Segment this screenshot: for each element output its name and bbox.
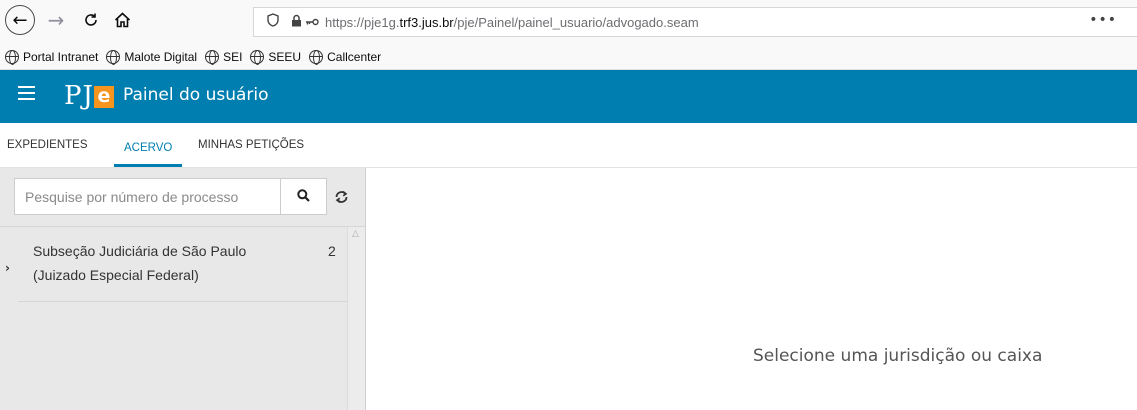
- globe-icon: [106, 49, 121, 65]
- jurisdiction-label: Subseção Judiciária de São Paulo (Juizad…: [33, 239, 273, 287]
- bookmarks-bar: Portal Intranet Malote Digital SEI SEEU …: [0, 44, 1137, 70]
- bookmark-label: Portal Intranet: [23, 49, 99, 64]
- globe-icon: [309, 49, 324, 65]
- menu-icon[interactable]: [18, 86, 35, 100]
- sidebar: › Subseção Judiciária de São Paulo (Juiz…: [0, 168, 366, 410]
- tab-acervo[interactable]: ACERVO: [124, 142, 172, 154]
- bookmark-portal-intranet[interactable]: Portal Intranet: [5, 49, 99, 65]
- globe-icon: [5, 49, 19, 65]
- tab-minhas-peticoes[interactable]: MINHAS PETIÇÕES: [198, 139, 304, 151]
- jurisdiction-label-line2: (Juizado Especial Federal): [33, 267, 199, 283]
- lock-icon[interactable]: [291, 14, 302, 30]
- bookmark-malote-digital[interactable]: Malote Digital: [106, 49, 198, 65]
- globe-icon: [205, 49, 220, 65]
- key-icon[interactable]: [305, 16, 319, 29]
- bookmark-label: SEI: [223, 49, 243, 64]
- page-title: Painel do usuário: [123, 85, 269, 105]
- search-input[interactable]: [15, 179, 281, 214]
- tab-expedientes[interactable]: EXPEDIENTES: [7, 139, 88, 151]
- chevron-right-icon[interactable]: ›: [5, 261, 10, 275]
- shield-icon[interactable]: [267, 13, 279, 31]
- jurisdiction-label-line1: Subseção Judiciária de São Paulo: [33, 243, 247, 259]
- url-domain: trf3.jus.br: [399, 14, 454, 30]
- url-bar[interactable]: https://pje1g.trf3.jus.br/pje/Painel/pai…: [253, 7, 1137, 37]
- search-box: [14, 178, 327, 215]
- globe-icon: [250, 49, 265, 65]
- refresh-icon[interactable]: [332, 188, 350, 206]
- back-arrow-icon[interactable]: ←: [5, 5, 35, 35]
- reload-icon[interactable]: [79, 8, 103, 32]
- url-path: /pje/Painel/painel_usuario/advogado.seam: [453, 14, 699, 30]
- page-actions-menu-icon[interactable]: •••: [1089, 12, 1117, 28]
- active-tab-indicator: [114, 164, 182, 167]
- url-prefix: https://pje1g.: [325, 14, 400, 30]
- divider: [18, 301, 347, 302]
- bookmark-callcenter[interactable]: Callcenter: [309, 49, 382, 65]
- bookmark-label: Callcenter: [327, 49, 382, 64]
- browser-toolbar: ← → https://pje1g.trf3.jus.br/pje/Painel…: [0, 0, 1137, 44]
- bookmark-sei[interactable]: SEI: [205, 49, 243, 65]
- bookmark-label: Malote Digital: [124, 49, 198, 64]
- app-header: PJe Painel do usuário: [0, 70, 1137, 123]
- pje-logo[interactable]: PJe: [64, 78, 114, 110]
- logo-j: J: [82, 81, 93, 111]
- bookmark-label: SEEU: [268, 49, 302, 64]
- home-icon[interactable]: [110, 8, 134, 32]
- sidebar-scrollbar[interactable]: △: [347, 227, 365, 410]
- scroll-up-arrow-icon[interactable]: △: [352, 229, 359, 239]
- search-button[interactable]: [280, 179, 326, 214]
- logo-e: e: [93, 86, 114, 108]
- forward-arrow-icon[interactable]: →: [44, 8, 68, 32]
- tab-bar: EXPEDIENTES ACERVO MINHAS PETIÇÕES: [0, 123, 1137, 168]
- main-content: Selecione uma jurisdição ou caixa: [367, 168, 1137, 410]
- jurisdiction-item[interactable]: › Subseção Judiciária de São Paulo (Juiz…: [0, 227, 347, 302]
- logo-p: P: [64, 81, 82, 111]
- jurisdiction-count: 2: [328, 243, 336, 259]
- bookmark-seeu[interactable]: SEEU: [250, 49, 302, 65]
- empty-state-message: Selecione uma jurisdição ou caixa: [753, 346, 1043, 366]
- url-text[interactable]: https://pje1g.trf3.jus.br/pje/Painel/pai…: [325, 15, 699, 30]
- search-icon: [297, 187, 310, 206]
